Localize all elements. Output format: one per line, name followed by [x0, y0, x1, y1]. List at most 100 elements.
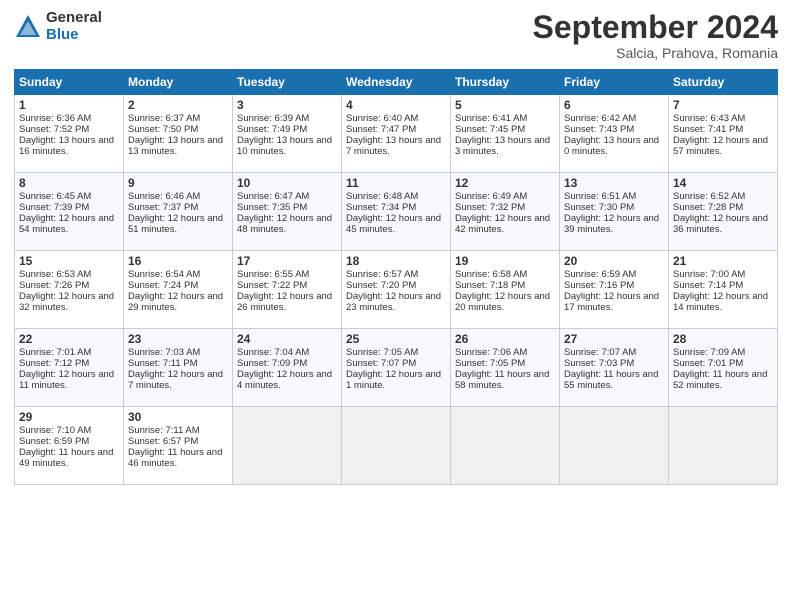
header: General Blue September 2024 Salcia, Prah… — [14, 10, 778, 61]
table-row: 19Sunrise: 6:58 AMSunset: 7:18 PMDayligh… — [451, 251, 560, 329]
daylight-text: Daylight: 12 hours and 20 minutes. — [455, 291, 550, 313]
day-number: 19 — [455, 254, 555, 268]
table-row: 1Sunrise: 6:36 AMSunset: 7:52 PMDaylight… — [15, 95, 124, 173]
table-row: 9Sunrise: 6:46 AMSunset: 7:37 PMDaylight… — [124, 173, 233, 251]
daylight-text: Daylight: 12 hours and 11 minutes. — [19, 369, 114, 391]
col-friday: Friday — [560, 70, 669, 95]
sunset-text: Sunset: 7:35 PM — [237, 202, 307, 213]
daylight-text: Daylight: 12 hours and 57 minutes. — [673, 135, 768, 157]
table-row: 30Sunrise: 7:11 AMSunset: 6:57 PMDayligh… — [124, 407, 233, 485]
day-number: 10 — [237, 176, 337, 190]
daylight-text: Daylight: 12 hours and 7 minutes. — [128, 369, 223, 391]
daylight-text: Daylight: 11 hours and 55 minutes. — [564, 369, 658, 391]
sunrise-text: Sunrise: 6:54 AM — [128, 269, 200, 280]
sunrise-text: Sunrise: 6:48 AM — [346, 191, 418, 202]
daylight-text: Daylight: 12 hours and 14 minutes. — [673, 291, 768, 313]
day-number: 2 — [128, 98, 228, 112]
sunrise-text: Sunrise: 6:42 AM — [564, 113, 636, 124]
sunset-text: Sunset: 7:11 PM — [128, 358, 198, 369]
daylight-text: Daylight: 11 hours and 49 minutes. — [19, 447, 113, 469]
sunset-text: Sunset: 7:41 PM — [673, 124, 743, 135]
sunrise-text: Sunrise: 6:41 AM — [455, 113, 527, 124]
sunrise-text: Sunrise: 6:49 AM — [455, 191, 527, 202]
sunrise-text: Sunrise: 7:06 AM — [455, 347, 527, 358]
table-row — [560, 407, 669, 485]
sunrise-text: Sunrise: 7:09 AM — [673, 347, 745, 358]
day-number: 6 — [564, 98, 664, 112]
day-number: 23 — [128, 332, 228, 346]
daylight-text: Daylight: 12 hours and 42 minutes. — [455, 213, 550, 235]
table-row: 7Sunrise: 6:43 AMSunset: 7:41 PMDaylight… — [669, 95, 778, 173]
col-saturday: Saturday — [669, 70, 778, 95]
sunrise-text: Sunrise: 7:00 AM — [673, 269, 745, 280]
sunrise-text: Sunrise: 7:03 AM — [128, 347, 200, 358]
day-number: 30 — [128, 410, 228, 424]
table-row: 3Sunrise: 6:39 AMSunset: 7:49 PMDaylight… — [233, 95, 342, 173]
sunrise-text: Sunrise: 6:59 AM — [564, 269, 636, 280]
sunrise-text: Sunrise: 7:07 AM — [564, 347, 636, 358]
sunset-text: Sunset: 7:03 PM — [564, 358, 634, 369]
day-number: 4 — [346, 98, 446, 112]
table-row: 14Sunrise: 6:52 AMSunset: 7:28 PMDayligh… — [669, 173, 778, 251]
sunset-text: Sunset: 7:20 PM — [346, 280, 416, 291]
day-number: 25 — [346, 332, 446, 346]
daylight-text: Daylight: 11 hours and 46 minutes. — [128, 447, 222, 469]
col-tuesday: Tuesday — [233, 70, 342, 95]
calendar-week-row: 1Sunrise: 6:36 AMSunset: 7:52 PMDaylight… — [15, 95, 778, 173]
day-number: 18 — [346, 254, 446, 268]
sunset-text: Sunset: 7:18 PM — [455, 280, 525, 291]
sunrise-text: Sunrise: 6:40 AM — [346, 113, 418, 124]
sunrise-text: Sunrise: 6:53 AM — [19, 269, 91, 280]
daylight-text: Daylight: 13 hours and 3 minutes. — [455, 135, 550, 157]
sunset-text: Sunset: 7:49 PM — [237, 124, 307, 135]
daylight-text: Daylight: 12 hours and 1 minute. — [346, 369, 441, 391]
day-number: 29 — [19, 410, 119, 424]
calendar-body: 1Sunrise: 6:36 AMSunset: 7:52 PMDaylight… — [15, 95, 778, 485]
sunset-text: Sunset: 7:45 PM — [455, 124, 525, 135]
col-sunday: Sunday — [15, 70, 124, 95]
col-monday: Monday — [124, 70, 233, 95]
day-number: 15 — [19, 254, 119, 268]
sunset-text: Sunset: 7:09 PM — [237, 358, 307, 369]
day-number: 11 — [346, 176, 446, 190]
sunset-text: Sunset: 7:24 PM — [128, 280, 198, 291]
table-row: 15Sunrise: 6:53 AMSunset: 7:26 PMDayligh… — [15, 251, 124, 329]
col-thursday: Thursday — [451, 70, 560, 95]
table-row — [342, 407, 451, 485]
daylight-text: Daylight: 12 hours and 26 minutes. — [237, 291, 332, 313]
day-number: 27 — [564, 332, 664, 346]
location-subtitle: Salcia, Prahova, Romania — [533, 45, 778, 61]
day-number: 8 — [19, 176, 119, 190]
sunrise-text: Sunrise: 6:45 AM — [19, 191, 91, 202]
table-row: 8Sunrise: 6:45 AMSunset: 7:39 PMDaylight… — [15, 173, 124, 251]
sunrise-text: Sunrise: 7:04 AM — [237, 347, 309, 358]
sunset-text: Sunset: 7:28 PM — [673, 202, 743, 213]
day-number: 20 — [564, 254, 664, 268]
sunset-text: Sunset: 7:01 PM — [673, 358, 743, 369]
sunrise-text: Sunrise: 6:47 AM — [237, 191, 309, 202]
table-row: 25Sunrise: 7:05 AMSunset: 7:07 PMDayligh… — [342, 329, 451, 407]
table-row — [451, 407, 560, 485]
daylight-text: Daylight: 11 hours and 58 minutes. — [455, 369, 549, 391]
day-number: 21 — [673, 254, 773, 268]
calendar-header-row: Sunday Monday Tuesday Wednesday Thursday… — [15, 70, 778, 95]
logo-text: General Blue — [46, 10, 102, 43]
page-container: General Blue September 2024 Salcia, Prah… — [0, 0, 792, 495]
sunset-text: Sunset: 7:22 PM — [237, 280, 307, 291]
table-row: 29Sunrise: 7:10 AMSunset: 6:59 PMDayligh… — [15, 407, 124, 485]
daylight-text: Daylight: 12 hours and 23 minutes. — [346, 291, 441, 313]
table-row: 17Sunrise: 6:55 AMSunset: 7:22 PMDayligh… — [233, 251, 342, 329]
sunset-text: Sunset: 7:26 PM — [19, 280, 89, 291]
table-row: 27Sunrise: 7:07 AMSunset: 7:03 PMDayligh… — [560, 329, 669, 407]
day-number: 1 — [19, 98, 119, 112]
day-number: 7 — [673, 98, 773, 112]
sunrise-text: Sunrise: 6:43 AM — [673, 113, 745, 124]
sunrise-text: Sunrise: 6:58 AM — [455, 269, 527, 280]
calendar-table: Sunday Monday Tuesday Wednesday Thursday… — [14, 69, 778, 485]
daylight-text: Daylight: 12 hours and 4 minutes. — [237, 369, 332, 391]
table-row: 26Sunrise: 7:06 AMSunset: 7:05 PMDayligh… — [451, 329, 560, 407]
sunset-text: Sunset: 7:52 PM — [19, 124, 89, 135]
day-number: 17 — [237, 254, 337, 268]
day-number: 28 — [673, 332, 773, 346]
table-row: 13Sunrise: 6:51 AMSunset: 7:30 PMDayligh… — [560, 173, 669, 251]
